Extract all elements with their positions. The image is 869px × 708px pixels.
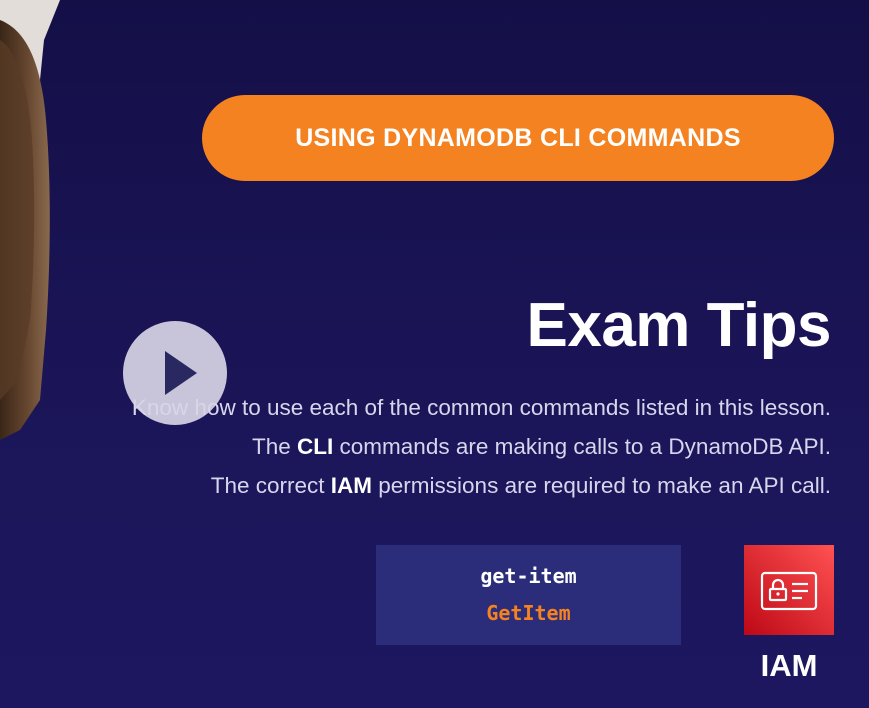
slide-heading: Exam Tips	[526, 291, 831, 360]
lesson-title-pill: USING DYNAMODB CLI COMMANDS	[202, 95, 834, 181]
id-card-icon	[760, 571, 818, 611]
tip-line: The CLI commands are making calls to a D…	[252, 434, 831, 459]
tip-line: Know how to use each of the common comma…	[131, 395, 831, 420]
exam-tips-list: Know how to use each of the common comma…	[132, 388, 831, 505]
play-button[interactable]	[123, 321, 227, 425]
tip-line: The correct IAM permissions are required…	[210, 473, 831, 498]
iam-label: IAM	[760, 648, 818, 683]
iam-badge-icon	[744, 545, 834, 635]
cli-command: get-item	[480, 564, 577, 588]
video-slide: USING DYNAMODB CLI COMMANDS Exam Tips Kn…	[0, 0, 869, 708]
command-box: get-item GetItem	[376, 545, 681, 645]
lesson-title: USING DYNAMODB CLI COMMANDS	[295, 123, 741, 152]
api-call: GetItem	[486, 601, 571, 625]
play-icon	[165, 351, 197, 395]
